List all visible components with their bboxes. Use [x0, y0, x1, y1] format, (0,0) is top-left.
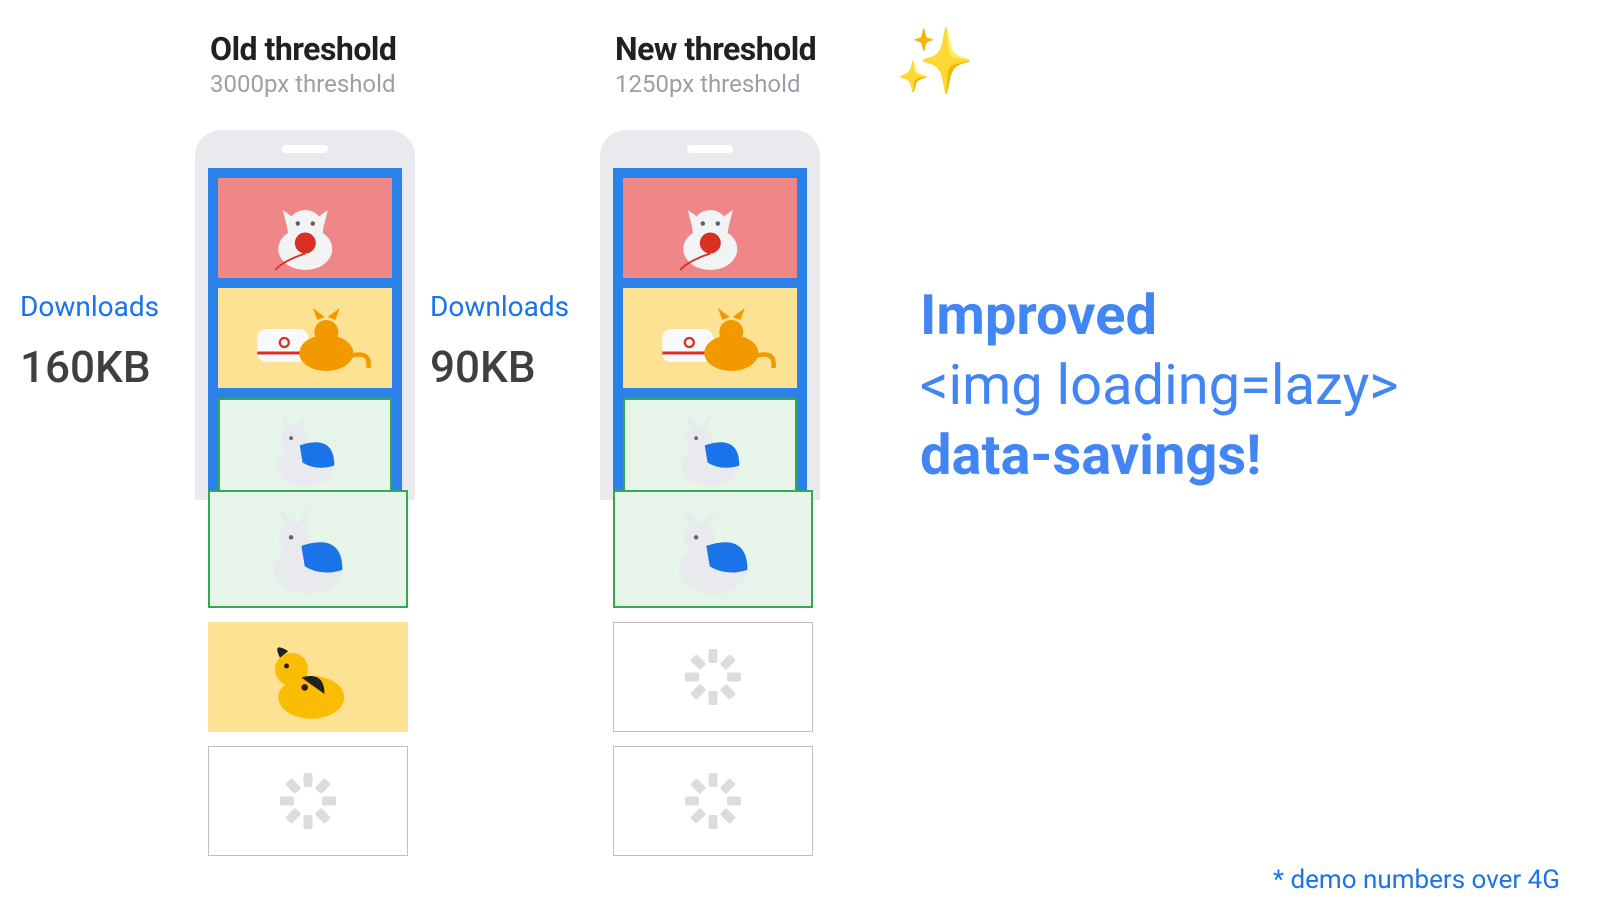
new-downloads-label: Downloads: [430, 290, 569, 323]
old-below-fold: [208, 490, 408, 870]
old-downloads-label: Downloads: [20, 290, 159, 323]
new-below-fold: [613, 490, 813, 870]
headline-line3: data-savings!: [920, 420, 1570, 490]
cat-cape-image: [218, 398, 392, 498]
sparkles-icon: ✨: [895, 30, 975, 94]
loading-placeholder: [613, 622, 813, 732]
cat-yarn-image: [218, 178, 392, 278]
old-threshold-title: Old threshold: [210, 30, 396, 68]
cat-yarn-image: [623, 178, 797, 278]
cat-shoe-image: [623, 288, 797, 388]
footnote: * demo numbers over 4G: [1273, 865, 1560, 895]
old-downloads: Downloads 160KB: [20, 290, 159, 393]
headline-line1: Improved: [920, 280, 1570, 350]
old-threshold-heading: Old threshold 3000px threshold: [210, 30, 396, 98]
new-downloads-value: 90KB: [430, 341, 569, 393]
phone-speaker-icon: [282, 145, 328, 153]
headline-line2: <img loading=lazy>: [920, 350, 1570, 420]
spinner-icon: [691, 779, 735, 823]
dog-image: [208, 622, 408, 732]
headline: Improved <img loading=lazy> data-savings…: [920, 280, 1570, 490]
old-phone-screen: [208, 168, 402, 500]
new-threshold-heading: New threshold 1250px threshold: [615, 30, 816, 98]
old-downloads-value: 160KB: [20, 341, 159, 393]
new-phone: [600, 130, 820, 500]
loading-placeholder: [208, 746, 408, 856]
cat-shoe-image: [218, 288, 392, 388]
phone-speaker-icon: [687, 145, 733, 153]
new-downloads: Downloads 90KB: [430, 290, 569, 393]
new-threshold-title: New threshold: [615, 30, 816, 68]
cat-cape-image-below: [208, 490, 408, 608]
old-threshold-subtitle: 3000px threshold: [210, 70, 396, 98]
cat-cape-image: [623, 398, 797, 498]
spinner-icon: [691, 655, 735, 699]
old-phone: [195, 130, 415, 500]
spinner-icon: [286, 779, 330, 823]
new-phone-screen: [613, 168, 807, 500]
cat-cape-image-below: [613, 490, 813, 608]
loading-placeholder: [613, 746, 813, 856]
new-threshold-subtitle: 1250px threshold: [615, 70, 816, 98]
